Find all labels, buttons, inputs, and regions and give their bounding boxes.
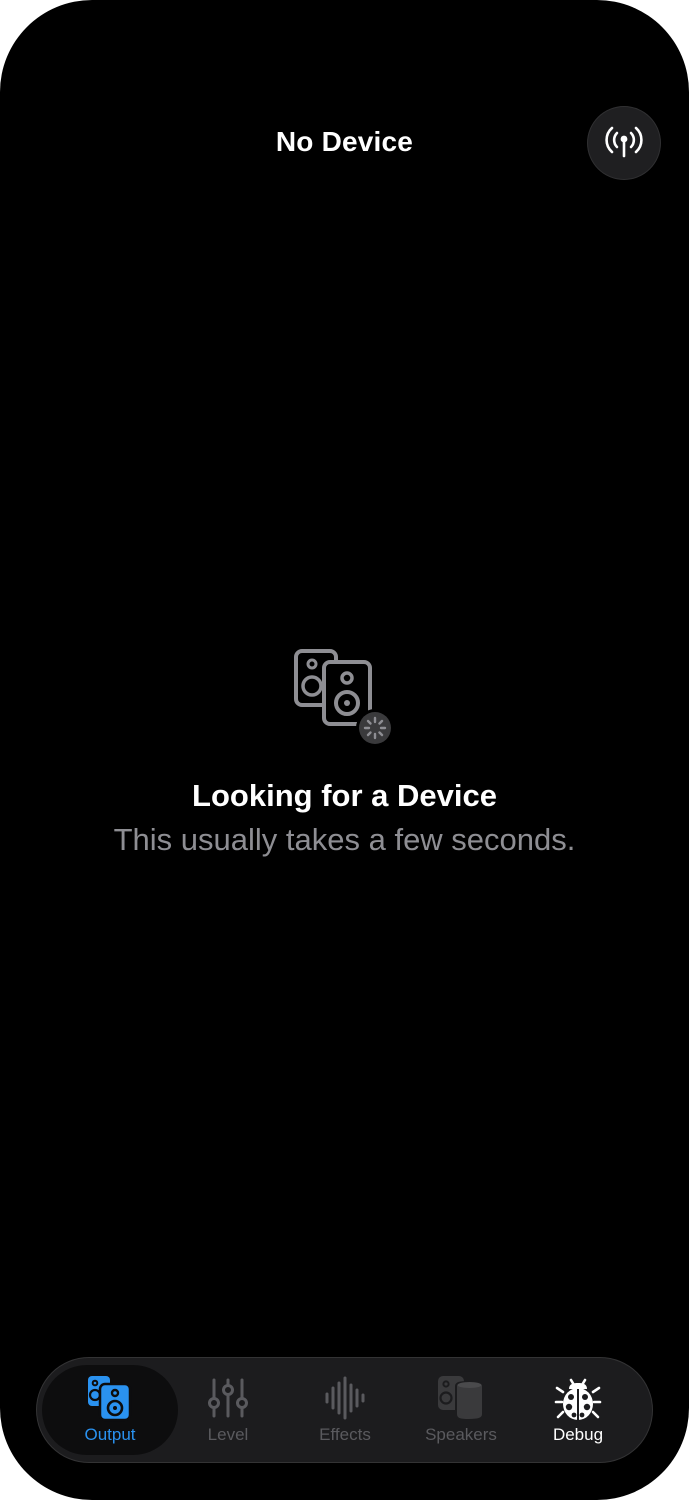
tab-speakers[interactable]: Speakers — [393, 1365, 529, 1455]
antenna-button[interactable] — [587, 106, 661, 180]
tab-label-level: Level — [207, 1425, 249, 1444]
empty-state-title: Looking for a Device — [192, 778, 497, 813]
ladybug-icon — [553, 1373, 603, 1423]
antenna-radiowaves-icon — [602, 119, 646, 168]
speakers-loading-icon — [290, 640, 400, 750]
tab-output[interactable]: Output — [42, 1365, 178, 1455]
app-screen: No Device Looking for a Device This usua… — [0, 0, 689, 1500]
tab-debug[interactable]: Debug — [510, 1365, 646, 1455]
tab-bar: Output Level Effects Speakers Debug — [36, 1357, 653, 1463]
tab-label-debug: Debug — [552, 1425, 604, 1444]
page-title: No Device — [275, 126, 414, 157]
tab-level[interactable]: Level — [160, 1365, 296, 1455]
speaker-icon — [85, 1373, 135, 1423]
speakers-icon — [436, 1373, 486, 1423]
tab-label-effects: Effects — [319, 1425, 371, 1444]
waveform-icon — [320, 1373, 370, 1423]
empty-state: Looking for a Device This usually takes … — [0, 640, 689, 858]
empty-state-subtitle: This usually takes a few seconds. — [113, 822, 576, 857]
tab-label-speakers: Speakers — [425, 1425, 497, 1444]
tab-label-output: Output — [84, 1425, 136, 1444]
sliders-icon — [203, 1373, 253, 1423]
